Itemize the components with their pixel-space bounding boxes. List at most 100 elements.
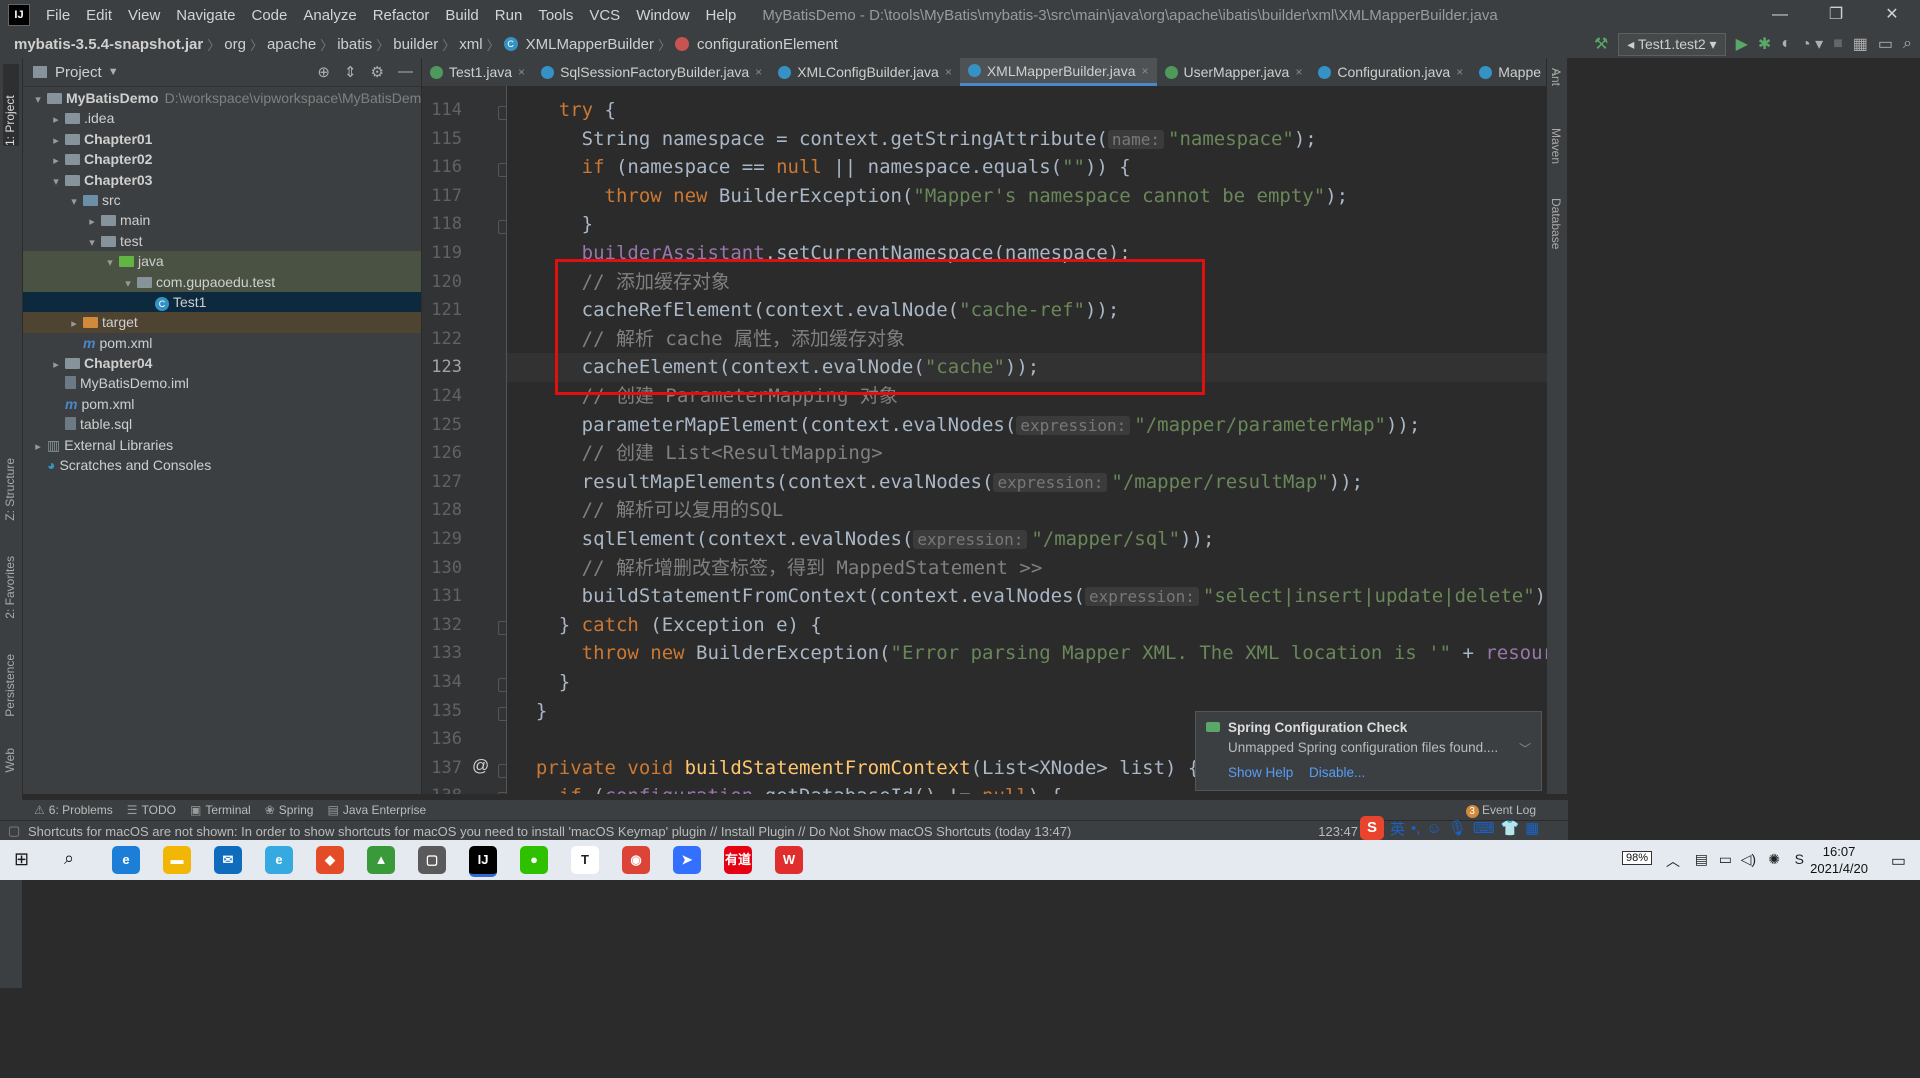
editor-tab[interactable]: Test1.java × bbox=[422, 58, 533, 86]
notification-center-icon[interactable]: ▭ bbox=[1891, 851, 1906, 871]
tree-node[interactable]: ▸ ▥ External Libraries bbox=[23, 435, 421, 455]
persistence-tool-button[interactable]: Persistence bbox=[3, 654, 17, 717]
code-line[interactable]: sqlElement(context.evalNodes(expression:… bbox=[513, 525, 1215, 554]
collapse-all-icon[interactable]: ⇕ bbox=[344, 63, 357, 81]
chevron-down-icon[interactable]: ▾ bbox=[121, 274, 135, 294]
fold-marker-icon[interactable] bbox=[498, 792, 506, 794]
structure-tool-button[interactable]: Z: Structure bbox=[3, 458, 17, 521]
breadcrumb-item[interactable]: org bbox=[220, 36, 250, 53]
line-number[interactable]: 117 bbox=[422, 186, 462, 206]
sogou-logo-icon[interactable]: S bbox=[1360, 816, 1384, 840]
close-icon[interactable]: × bbox=[1295, 65, 1302, 79]
fold-marker-icon[interactable] bbox=[498, 706, 506, 721]
menu-edit[interactable]: Edit bbox=[78, 7, 120, 24]
chevron-right-icon[interactable]: ▸ bbox=[49, 151, 63, 171]
tree-node[interactable]: MyBatisDemo.iml bbox=[23, 373, 421, 393]
tree-node[interactable]: ▾ com.gupaoedu.test bbox=[23, 271, 421, 294]
caret-position[interactable]: 123:47 bbox=[1318, 824, 1358, 839]
line-number[interactable]: 123 bbox=[422, 357, 462, 377]
line-number[interactable]: 115 bbox=[422, 129, 462, 149]
taskbar-app-remote-icon[interactable]: ▢ bbox=[418, 846, 446, 874]
breadcrumb-class[interactable]: XMLMapperBuilder bbox=[522, 36, 658, 53]
close-icon[interactable]: × bbox=[1141, 64, 1148, 78]
close-icon[interactable]: × bbox=[755, 65, 762, 79]
tree-node[interactable]: ▾ MyBatisDemo D:\workspace\vipworkspace\My… bbox=[23, 88, 429, 108]
close-icon[interactable]: × bbox=[1456, 65, 1463, 79]
code-line[interactable]: String namespace = context.getStringAttr… bbox=[513, 125, 1317, 154]
breadcrumb-method[interactable]: configurationElement bbox=[693, 36, 842, 53]
code-line[interactable]: throw new BuilderException("Error parsin… bbox=[513, 639, 1547, 668]
line-number[interactable]: 122 bbox=[422, 329, 462, 349]
breadcrumb-item[interactable]: builder bbox=[389, 36, 442, 53]
menu-refactor[interactable]: Refactor bbox=[365, 7, 438, 24]
tree-node[interactable]: table.sql bbox=[23, 414, 421, 434]
run-icon[interactable]: ▶ bbox=[1736, 34, 1748, 54]
status-square-icon[interactable]: ▢ bbox=[8, 823, 20, 839]
search-icon[interactable]: ⌕ bbox=[64, 848, 74, 869]
line-number[interactable]: 131 bbox=[422, 586, 462, 606]
close-icon[interactable]: × bbox=[518, 65, 525, 79]
tool-window-button[interactable]: ☰ TODO bbox=[127, 803, 176, 817]
project-tool-button[interactable]: 1: Project bbox=[3, 64, 19, 146]
menu-vcs[interactable]: VCS bbox=[581, 7, 628, 24]
line-number[interactable]: 114 bbox=[422, 100, 462, 120]
tree-node[interactable]: m pom.xml bbox=[23, 333, 421, 353]
chevron-right-icon[interactable]: ▸ bbox=[31, 437, 45, 457]
line-number[interactable]: 124 bbox=[422, 386, 462, 406]
line-number[interactable]: 133 bbox=[422, 643, 462, 663]
menu-code[interactable]: Code bbox=[243, 7, 295, 24]
tree-node[interactable]: ▾ Chapter03 bbox=[23, 170, 421, 190]
tree-node[interactable]: ▾ src bbox=[23, 190, 421, 210]
line-number[interactable]: 121 bbox=[422, 300, 462, 320]
editor-tab[interactable]: Mappe bbox=[1471, 58, 1546, 86]
fold-marker-icon[interactable] bbox=[498, 163, 506, 178]
line-number[interactable]: 138 bbox=[422, 786, 462, 794]
gear-icon[interactable]: ⚙ bbox=[371, 63, 384, 81]
tree-node[interactable]: ▸ main bbox=[23, 210, 421, 230]
editor-tab[interactable]: Configuration.java × bbox=[1310, 58, 1471, 86]
chevron-right-icon[interactable]: ▸ bbox=[49, 355, 63, 375]
show-help-link[interactable]: Show Help bbox=[1228, 765, 1293, 780]
code-line[interactable]: } bbox=[513, 210, 593, 239]
code-line[interactable]: if (namespace == null || namespace.equal… bbox=[513, 153, 1131, 182]
chevron-down-icon[interactable]: ▾ bbox=[49, 172, 63, 192]
ant-tool-button[interactable]: Ant bbox=[1549, 68, 1563, 86]
hide-icon[interactable]: — bbox=[398, 63, 413, 81]
emoji-icon[interactable]: ☺ bbox=[1426, 820, 1441, 837]
profile-icon[interactable]: ◔ ▾ bbox=[1801, 34, 1823, 54]
sogou-tray-icon[interactable]: S bbox=[1795, 851, 1804, 867]
menu-help[interactable]: Help bbox=[698, 7, 745, 24]
fold-marker-icon[interactable] bbox=[498, 678, 506, 692]
taskbar-app-explorer-icon[interactable]: ▬ bbox=[163, 846, 191, 874]
keyboard-icon[interactable]: ⌨ bbox=[1473, 819, 1495, 837]
editor-tab[interactable]: XMLMapperBuilder.java × bbox=[959, 58, 1157, 86]
line-number[interactable]: 128 bbox=[422, 500, 462, 520]
menu-navigate[interactable]: Navigate bbox=[168, 7, 243, 24]
tree-node[interactable]: ▸ target bbox=[23, 312, 421, 333]
line-number[interactable]: 127 bbox=[422, 472, 462, 492]
code-line[interactable]: private void buildStatementFromContext(L… bbox=[513, 754, 1199, 783]
code-line[interactable]: throw new BuilderException("Mapper's nam… bbox=[513, 182, 1349, 211]
skin-icon[interactable]: 👕 bbox=[1500, 819, 1519, 837]
annotation-marker-icon[interactable]: @ bbox=[472, 756, 489, 776]
taskbar-app-youdao-icon[interactable]: 有道 bbox=[724, 846, 752, 874]
tree-node[interactable]: m pom.xml bbox=[23, 394, 421, 414]
toolbox-icon[interactable]: ▦ bbox=[1525, 819, 1539, 837]
windows-start-icon[interactable]: ⊞ bbox=[14, 849, 29, 870]
chevron-right-icon[interactable]: ▸ bbox=[85, 212, 99, 232]
code-line[interactable]: parameterMapElement(context.evalNodes(ex… bbox=[513, 411, 1421, 440]
chevron-down-icon[interactable]: ▾ bbox=[67, 192, 81, 212]
tree-node[interactable]: ▾ test bbox=[23, 231, 421, 251]
chevron-down-icon[interactable]: ﹀ bbox=[1519, 740, 1531, 757]
chevron-down-icon[interactable]: ▾ bbox=[103, 253, 117, 273]
code-line[interactable]: } bbox=[513, 668, 570, 697]
settings-icon[interactable]: ✺ bbox=[1768, 851, 1780, 868]
line-number[interactable]: 136 bbox=[422, 729, 462, 749]
display-icon[interactable]: ▭ bbox=[1719, 851, 1732, 868]
fold-marker-icon[interactable] bbox=[498, 220, 506, 235]
editor-tab[interactable]: UserMapper.java × bbox=[1157, 58, 1311, 86]
line-number[interactable]: 119 bbox=[422, 243, 462, 263]
tool-window-button[interactable]: ▣ Terminal bbox=[190, 803, 251, 817]
fold-marker-icon[interactable] bbox=[498, 763, 506, 778]
code-line[interactable]: buildStatementFromContext(context.evalNo… bbox=[513, 582, 1547, 611]
